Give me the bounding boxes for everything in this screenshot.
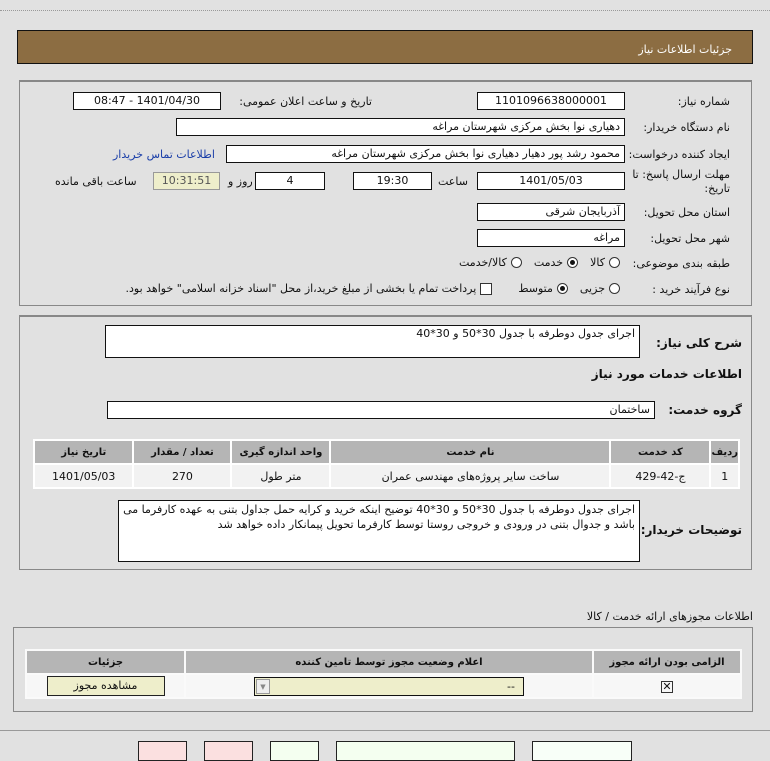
action-button-4[interactable] <box>336 741 515 761</box>
summary-label: شرح کلی نیاز: <box>656 336 742 350</box>
payment-note: پرداخت تمام یا بخشی از مبلغ خرید،از محل … <box>125 282 477 295</box>
deadline-date-field: 1401/05/03 <box>477 172 625 190</box>
creator-field: محمود رشد پور دهیار دهیاری نوا بخش مرکزی… <box>226 145 625 163</box>
cell-unit: متر طول <box>232 465 330 487</box>
announce-label: تاریخ و ساعت اعلان عمومی: <box>239 95 372 108</box>
remaining-time-field: 10:31:51 <box>153 172 220 190</box>
cell-code: ج-42-429 <box>611 465 710 487</box>
category-radio-group: کالا خدمت کالا/خدمت <box>447 256 620 269</box>
checkbox-icon[interactable] <box>480 282 493 295</box>
action-button-2[interactable] <box>204 741 253 761</box>
page-header: جزئیات اطلاعات نیاز <box>17 30 753 64</box>
cell-row: 1 <box>711 465 738 487</box>
option-label: کالا <box>590 256 605 269</box>
category-option-goods[interactable]: کالا <box>590 256 620 269</box>
buyer-field: دهیاری نوا بخش مرکزی شهرستان مراغه <box>176 118 625 136</box>
permits-table: الزامی بودن ارائه مجوز اعلام وضعیت مجوز … <box>25 649 742 699</box>
status-value: -- <box>507 679 515 693</box>
action-button-5[interactable] <box>532 741 632 761</box>
cell-name: ساخت سایر پروژه‌های مهندسی عمران <box>331 465 610 487</box>
group-label: گروه خدمت: <box>668 403 742 417</box>
summary-field: اجرای جدول دوطرفه با جدول 30*50 و 30*40 <box>105 325 640 358</box>
required-checkbox-icon: ✕ <box>661 679 673 693</box>
services-title: اطلاعات خدمات مورد نیاز <box>591 367 742 381</box>
category-label: طبقه بندی موضوعی: <box>632 257 730 270</box>
table-row: ✕ -- ▼ مشاهده مجوز <box>27 675 740 697</box>
col-details: جزئیات <box>27 651 184 673</box>
announce-field: 1401/04/30 - 08:47 <box>73 92 221 110</box>
action-button-1[interactable] <box>138 741 187 761</box>
option-label: کالا/خدمت <box>459 256 507 269</box>
top-divider <box>0 10 770 11</box>
deadline-label: مهلت ارسال پاسخ: تا تاریخ: <box>632 168 730 195</box>
bottom-divider <box>0 730 770 731</box>
col-unit: واحد اندازه گیری <box>232 441 330 463</box>
action-button-3[interactable] <box>270 741 319 761</box>
col-row: ردیف <box>711 441 738 463</box>
contact-buyer-link[interactable]: اطلاعات تماس خریدار <box>113 148 215 161</box>
table-header-row: الزامی بودن ارائه مجوز اعلام وضعیت مجوز … <box>27 651 740 673</box>
option-label: خدمت <box>533 256 564 269</box>
days-field: 4 <box>255 172 325 190</box>
payment-option[interactable]: پرداخت تمام یا بخشی از مبلغ خرید،از محل … <box>126 282 493 295</box>
category-option-both[interactable]: کالا/خدمت <box>459 256 522 269</box>
dropdown-arrow-icon[interactable]: ▼ <box>256 678 270 694</box>
col-date: تاریخ نیاز <box>35 441 133 463</box>
col-code: کد خدمت <box>611 441 710 463</box>
col-qty: تعداد / مقدار <box>134 441 231 463</box>
page-title: جزئیات اطلاعات نیاز <box>638 43 732 56</box>
cell-qty: 270 <box>134 465 231 487</box>
radio-selected-icon[interactable] <box>567 257 579 268</box>
deadline-time-field: 19:30 <box>353 172 432 190</box>
option-label: جزیی <box>579 282 605 295</box>
buyer-notes-label: توضیحات خریدار: <box>640 523 742 537</box>
province-field: آذربایجان شرقی <box>477 203 625 221</box>
province-label: استان محل تحویل: <box>643 206 730 219</box>
col-status: اعلام وضعیت مجوز توسط تامین کننده <box>186 651 592 673</box>
buyer-notes-field: اجرای جدول دوطرفه با جدول 30*50 و 30*40 … <box>118 500 640 562</box>
permits-title: اطلاعات مجوزهای ارائه خدمت / کالا <box>586 610 753 623</box>
group-field: ساختمان <box>107 401 655 419</box>
need-number-field: 1101096638000001 <box>477 92 625 110</box>
radio-selected-icon[interactable] <box>556 283 568 294</box>
radio-icon[interactable] <box>609 257 620 268</box>
city-field: مراغه <box>477 229 625 247</box>
col-name: نام خدمت <box>331 441 610 463</box>
need-number-label: شماره نیاز: <box>677 95 730 108</box>
time-label: ساعت <box>438 175 468 188</box>
cell-date: 1401/05/03 <box>35 465 133 487</box>
option-label: متوسط <box>518 282 553 295</box>
creator-label: ایجاد کننده درخواست: <box>628 148 730 161</box>
remaining-label: ساعت باقی مانده <box>55 175 137 188</box>
col-required: الزامی بودن ارائه مجوز <box>594 651 740 673</box>
days-label: روز و <box>228 175 253 188</box>
view-permit-button[interactable]: مشاهده مجوز <box>46 676 165 696</box>
status-select[interactable]: -- ▼ <box>254 676 524 696</box>
table-header-row: ردیف کد خدمت نام خدمت واحد اندازه گیری ت… <box>35 441 738 463</box>
process-option-minor[interactable]: جزیی <box>580 282 620 295</box>
city-label: شهر محل تحویل: <box>650 232 730 245</box>
radio-icon[interactable] <box>510 257 522 268</box>
process-radio-group: جزیی متوسط پرداخت تمام یا بخشی از مبلغ خ… <box>114 282 620 295</box>
buyer-label: نام دستگاه خریدار: <box>643 121 730 134</box>
services-table: ردیف کد خدمت نام خدمت واحد اندازه گیری ت… <box>33 439 740 489</box>
table-row: 1 ج-42-429 ساخت سایر پروژه‌های مهندسی عم… <box>35 465 738 487</box>
radio-icon[interactable] <box>609 283 620 294</box>
category-option-service[interactable]: خدمت <box>533 256 579 269</box>
process-option-medium[interactable]: متوسط <box>518 282 568 295</box>
process-label: نوع فرآیند خرید : <box>652 283 730 296</box>
